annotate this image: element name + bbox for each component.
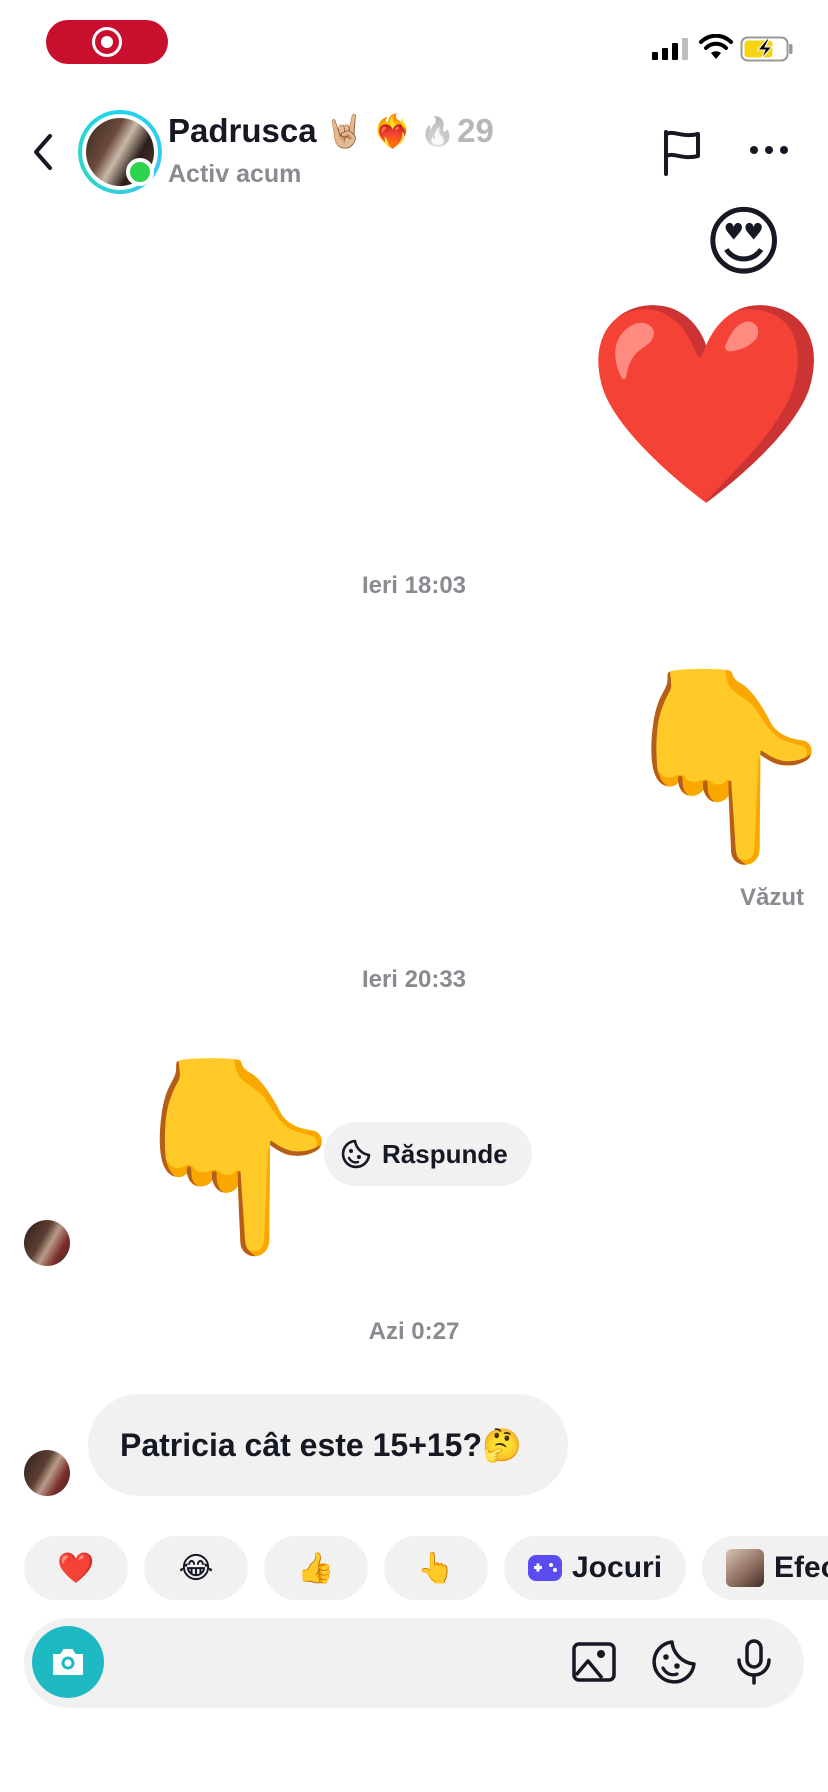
camera-icon xyxy=(53,1649,83,1675)
quick-reaction-thumbs-up[interactable]: 👍 xyxy=(264,1536,368,1600)
streak-count: 29 xyxy=(457,112,494,149)
cellular-signal-icon xyxy=(652,38,688,60)
quick-reaction-bar: ❤️ 😂 👍 👆 Jocuri Efec xyxy=(24,1536,828,1600)
timestamp: Azi 0:27 xyxy=(368,1318,460,1345)
effects-label: Efec xyxy=(774,1551,828,1584)
gallery-icon[interactable] xyxy=(570,1638,618,1686)
games-button[interactable]: Jocuri xyxy=(504,1536,687,1600)
effect-thumbnail xyxy=(726,1549,765,1587)
sender-avatar[interactable] xyxy=(24,1450,70,1496)
game-controller-icon xyxy=(528,1555,562,1581)
camera-button[interactable] xyxy=(32,1626,104,1698)
profile-name: Padrusca xyxy=(168,112,317,149)
message-bubble-text[interactable]: Patricia cât este 15+15?🤔 xyxy=(88,1394,568,1496)
name-emoji-heart-fire: ❤️‍🔥 xyxy=(372,112,413,150)
streak-flame-icon: 🔥 xyxy=(420,114,456,148)
message-text: Patricia cât este 15+15?🤔 xyxy=(120,1427,522,1463)
reply-button[interactable]: Răspunde xyxy=(324,1122,532,1186)
quick-reaction-heart[interactable]: ❤️ xyxy=(24,1536,128,1600)
sender-avatar[interactable] xyxy=(24,1220,70,1266)
sticker-smile-icon xyxy=(341,1139,371,1169)
back-arrow-icon[interactable] xyxy=(28,130,62,174)
streak-badge: 🔥 29 xyxy=(420,112,494,150)
message-emoji-pointing-down-received[interactable]: 👇 xyxy=(118,1062,352,1250)
timestamp: Ieri 20:33 xyxy=(361,966,467,993)
message-emoji-heart-eyes[interactable]: 😍 xyxy=(704,204,783,280)
timestamp: Ieri 18:03 xyxy=(361,572,467,599)
wifi-icon xyxy=(699,34,733,59)
seen-status: Văzut xyxy=(739,884,804,911)
name-emoji-rock: 🤘🏼 xyxy=(324,112,365,150)
screen-recording-indicator[interactable] xyxy=(46,20,168,64)
effects-button[interactable]: Efec xyxy=(702,1536,828,1600)
message-emoji-pointing-down[interactable]: 👇 xyxy=(610,672,828,858)
quick-reaction-laughing[interactable]: 😂 xyxy=(144,1536,248,1600)
record-icon xyxy=(92,27,122,57)
quick-reaction-pointing-up[interactable]: 👆 xyxy=(384,1536,488,1600)
message-emoji-heart[interactable]: ❤️ xyxy=(584,306,828,502)
profile-name-row[interactable]: Padrusca 🤘🏼 ❤️‍🔥 🔥 29 xyxy=(168,112,494,150)
active-status: Activ acum xyxy=(168,160,302,188)
microphone-icon[interactable] xyxy=(730,1638,778,1686)
sticker-icon[interactable] xyxy=(650,1638,698,1686)
battery-charging-icon xyxy=(740,36,793,62)
more-options-icon[interactable] xyxy=(750,146,788,154)
report-flag-icon[interactable] xyxy=(660,128,704,178)
reply-label: Răspunde xyxy=(382,1138,508,1169)
online-indicator xyxy=(126,158,154,186)
games-label: Jocuri xyxy=(572,1551,663,1584)
